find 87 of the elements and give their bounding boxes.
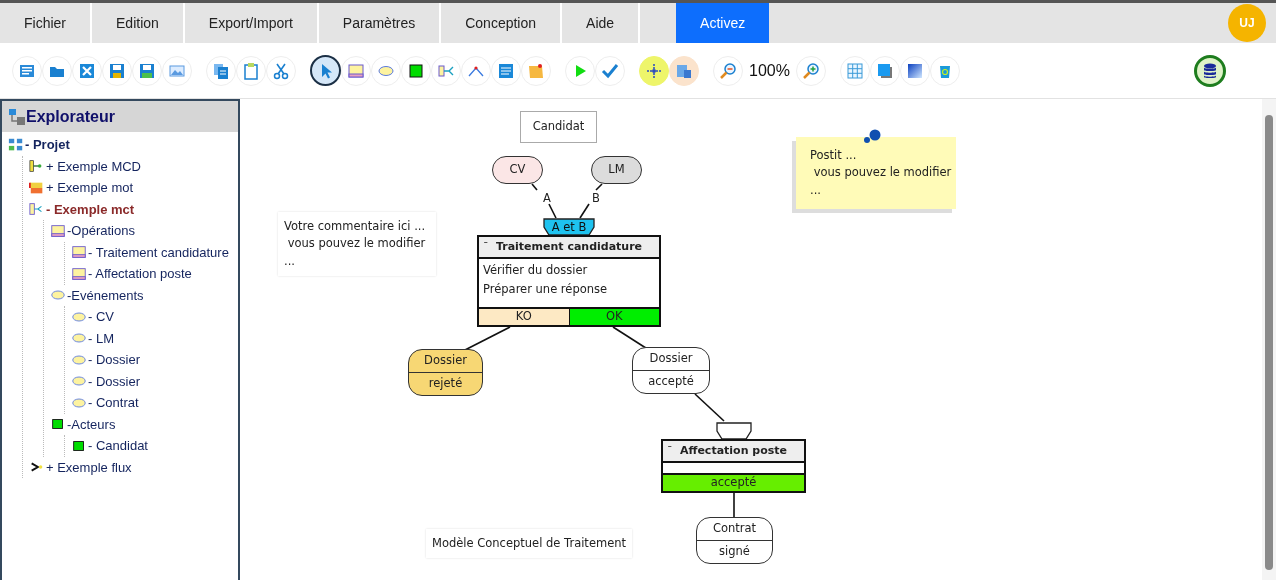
comment-note[interactable]: Votre commentaire ici ... vous pouvez le modifier ... — [278, 212, 436, 276]
tree-item[interactable]: - Contrat — [71, 392, 139, 414]
tree-item[interactable]: - CV — [71, 306, 114, 328]
menu-tab[interactable]: Paramètres — [318, 3, 442, 43]
tree-item[interactable]: -Evénements — [50, 284, 144, 306]
event-state: accepté — [633, 370, 709, 393]
outcome-cell: OK — [568, 309, 659, 325]
event-label: Dossier — [648, 350, 694, 368]
project-icon — [8, 136, 24, 153]
check-icon — [601, 61, 619, 80]
event-node[interactable]: LM — [591, 156, 642, 184]
menu-tab[interactable]: Fichier — [0, 3, 92, 43]
scrollbar[interactable] — [1262, 99, 1276, 580]
explorer-title: Explorateur — [26, 106, 115, 127]
operation-icon — [50, 222, 66, 239]
tree-item[interactable]: - Traitement candidature — [71, 241, 229, 263]
tree-item[interactable]: - LM — [71, 327, 114, 349]
action-text: Vérifier du dossier — [483, 262, 589, 279]
scissors-icon — [272, 61, 290, 80]
grid-icon — [845, 61, 864, 80]
move-icon — [645, 61, 663, 80]
event-label: Dossier — [423, 352, 468, 370]
tree-item[interactable]: - Projet — [8, 134, 70, 156]
tree-item[interactable]: - Dossier — [71, 370, 140, 392]
event-state: signé — [697, 540, 772, 563]
toolbar-button[interactable] — [310, 55, 341, 86]
scroll-thumb[interactable] — [1265, 115, 1273, 570]
connector-line — [579, 203, 590, 219]
outcome-cell: accepté — [663, 475, 804, 491]
diagram-caption: Modèle Conceptuel de Traitement — [426, 529, 633, 559]
tree-item[interactable]: -Acteurs — [50, 413, 116, 435]
activate-button[interactable]: Activez — [676, 3, 770, 43]
zoom-in-icon — [801, 61, 820, 80]
operation-title: Affectation poste — [679, 442, 788, 459]
menu-tab[interactable]: Conception — [441, 3, 563, 43]
comment-icon — [497, 61, 515, 80]
connector-line — [733, 492, 735, 518]
tree-item[interactable]: + Exemple MCD — [29, 155, 141, 177]
tree-item[interactable]: - Affectation poste — [71, 263, 192, 285]
operation-node[interactable]: ˉ Traitement candidature Vérifier du dossier Préparer une réponse KO OK — [477, 235, 661, 327]
tree-item[interactable]: + Exemple flux — [29, 456, 132, 478]
tree-item[interactable]: - Dossier — [71, 349, 140, 371]
tree-item[interactable]: + Exemple mot — [29, 177, 134, 199]
collapse-toggle[interactable]: ˉ — [663, 442, 679, 460]
tree-item[interactable]: - Candidat — [71, 435, 148, 457]
event-node[interactable]: CV — [492, 156, 543, 184]
database-button[interactable] — [1194, 54, 1226, 87]
square-icon — [407, 61, 425, 80]
save-icon — [108, 61, 126, 80]
menu-tab[interactable]: Edition — [92, 3, 185, 43]
menu-tab[interactable]: Export/Import — [184, 3, 319, 43]
event-state: rejeté — [409, 372, 482, 395]
connector-line — [694, 393, 725, 422]
close-icon — [78, 61, 96, 80]
outcome-cell: KO — [479, 309, 569, 325]
event-node[interactable]: Dossier rejeté — [408, 349, 483, 396]
pin-icon — [862, 129, 882, 145]
operation-icon — [347, 61, 365, 80]
explorer-icon — [8, 107, 26, 126]
link-label: A — [543, 190, 551, 207]
event-node[interactable]: Dossier accepté — [632, 347, 710, 394]
tree-item[interactable]: - Exemple mct — [29, 198, 135, 220]
operation-icon — [71, 265, 87, 282]
event-label: Contrat — [711, 520, 758, 538]
connector-line — [595, 183, 603, 191]
synchro-node[interactable]: A et B — [543, 218, 595, 236]
zoom-level: 100% — [748, 60, 791, 81]
clipboard-icon — [242, 61, 260, 80]
link-label: B — [592, 190, 600, 207]
menu-tab[interactable]: Aide — [562, 3, 641, 43]
operation-icon — [71, 244, 87, 261]
shadow-icon — [875, 61, 894, 80]
tree-item[interactable]: -Opérations — [50, 220, 135, 242]
connector-line — [548, 203, 557, 219]
connector-line — [531, 183, 538, 191]
zoom-out-icon — [719, 61, 737, 80]
save-as-icon — [138, 61, 156, 80]
actor-node[interactable]: Candidat — [520, 111, 597, 143]
mct-icon — [29, 201, 45, 218]
action-text: Préparer une réponse — [483, 281, 609, 299]
operation-title: Traitement candidature — [495, 238, 644, 255]
copy-icon — [212, 61, 230, 80]
collapse-toggle[interactable]: ˉ — [479, 238, 495, 256]
note-icon — [527, 61, 545, 80]
gradient-icon — [905, 61, 924, 80]
event-node[interactable]: Contrat signé — [696, 517, 773, 564]
database-icon — [1201, 61, 1219, 80]
